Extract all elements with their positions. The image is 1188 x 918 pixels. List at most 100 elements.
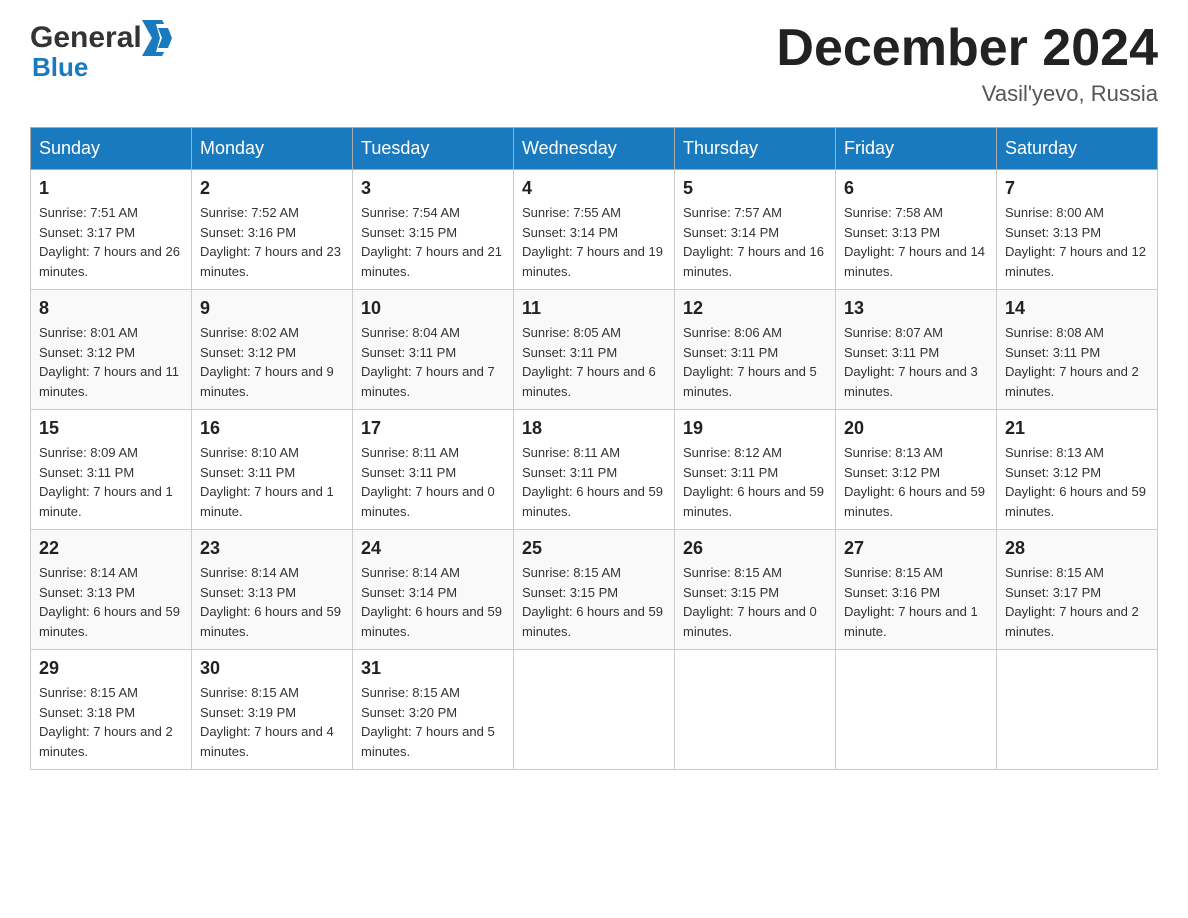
col-sunday: Sunday	[31, 128, 192, 170]
daylight-text: Daylight: 7 hours and 5 minutes.	[361, 722, 505, 761]
daylight-text: Daylight: 7 hours and 5 minutes.	[683, 362, 827, 401]
day-number: 30	[200, 658, 344, 679]
daylight-text: Daylight: 6 hours and 59 minutes.	[361, 602, 505, 641]
day-number: 4	[522, 178, 666, 199]
sunrise-text: Sunrise: 8:06 AM	[683, 323, 827, 343]
daylight-text: Daylight: 7 hours and 1 minute.	[200, 482, 344, 521]
table-row: 31 Sunrise: 8:15 AM Sunset: 3:20 PM Dayl…	[353, 650, 514, 770]
daylight-text: Daylight: 7 hours and 4 minutes.	[200, 722, 344, 761]
day-number: 28	[1005, 538, 1149, 559]
day-number: 24	[361, 538, 505, 559]
logo: General Blue	[30, 20, 172, 83]
day-info: Sunrise: 8:12 AM Sunset: 3:11 PM Dayligh…	[683, 443, 827, 521]
day-number: 21	[1005, 418, 1149, 439]
day-info: Sunrise: 8:14 AM Sunset: 3:13 PM Dayligh…	[200, 563, 344, 641]
daylight-text: Daylight: 7 hours and 11 minutes.	[39, 362, 183, 401]
sunset-text: Sunset: 3:19 PM	[200, 703, 344, 723]
table-row: 20 Sunrise: 8:13 AM Sunset: 3:12 PM Dayl…	[836, 410, 997, 530]
daylight-text: Daylight: 7 hours and 26 minutes.	[39, 242, 183, 281]
day-number: 11	[522, 298, 666, 319]
table-row: 13 Sunrise: 8:07 AM Sunset: 3:11 PM Dayl…	[836, 290, 997, 410]
daylight-text: Daylight: 7 hours and 0 minutes.	[361, 482, 505, 521]
day-info: Sunrise: 7:55 AM Sunset: 3:14 PM Dayligh…	[522, 203, 666, 281]
sunrise-text: Sunrise: 8:12 AM	[683, 443, 827, 463]
day-number: 5	[683, 178, 827, 199]
sunrise-text: Sunrise: 7:55 AM	[522, 203, 666, 223]
sunset-text: Sunset: 3:14 PM	[683, 223, 827, 243]
day-info: Sunrise: 8:15 AM Sunset: 3:17 PM Dayligh…	[1005, 563, 1149, 641]
table-row: 10 Sunrise: 8:04 AM Sunset: 3:11 PM Dayl…	[353, 290, 514, 410]
daylight-text: Daylight: 6 hours and 59 minutes.	[39, 602, 183, 641]
daylight-text: Daylight: 7 hours and 21 minutes.	[361, 242, 505, 281]
daylight-text: Daylight: 6 hours and 59 minutes.	[200, 602, 344, 641]
sunset-text: Sunset: 3:11 PM	[361, 463, 505, 483]
daylight-text: Daylight: 6 hours and 59 minutes.	[683, 482, 827, 521]
table-row: 23 Sunrise: 8:14 AM Sunset: 3:13 PM Dayl…	[192, 530, 353, 650]
logo-arrow-icon	[142, 20, 172, 56]
sunset-text: Sunset: 3:11 PM	[39, 463, 183, 483]
sunset-text: Sunset: 3:11 PM	[683, 463, 827, 483]
day-number: 8	[39, 298, 183, 319]
sunrise-text: Sunrise: 8:13 AM	[1005, 443, 1149, 463]
day-info: Sunrise: 8:01 AM Sunset: 3:12 PM Dayligh…	[39, 323, 183, 401]
table-row: 9 Sunrise: 8:02 AM Sunset: 3:12 PM Dayli…	[192, 290, 353, 410]
col-friday: Friday	[836, 128, 997, 170]
col-thursday: Thursday	[675, 128, 836, 170]
table-row: 22 Sunrise: 8:14 AM Sunset: 3:13 PM Dayl…	[31, 530, 192, 650]
day-number: 14	[1005, 298, 1149, 319]
day-number: 13	[844, 298, 988, 319]
day-info: Sunrise: 8:11 AM Sunset: 3:11 PM Dayligh…	[522, 443, 666, 521]
day-info: Sunrise: 8:15 AM Sunset: 3:15 PM Dayligh…	[522, 563, 666, 641]
daylight-text: Daylight: 7 hours and 3 minutes.	[844, 362, 988, 401]
sunrise-text: Sunrise: 8:14 AM	[39, 563, 183, 583]
sunset-text: Sunset: 3:20 PM	[361, 703, 505, 723]
sunset-text: Sunset: 3:15 PM	[361, 223, 505, 243]
table-row: 27 Sunrise: 8:15 AM Sunset: 3:16 PM Dayl…	[836, 530, 997, 650]
day-info: Sunrise: 8:06 AM Sunset: 3:11 PM Dayligh…	[683, 323, 827, 401]
table-row: 7 Sunrise: 8:00 AM Sunset: 3:13 PM Dayli…	[997, 170, 1158, 290]
day-info: Sunrise: 7:52 AM Sunset: 3:16 PM Dayligh…	[200, 203, 344, 281]
sunrise-text: Sunrise: 8:15 AM	[1005, 563, 1149, 583]
day-info: Sunrise: 7:51 AM Sunset: 3:17 PM Dayligh…	[39, 203, 183, 281]
daylight-text: Daylight: 6 hours and 59 minutes.	[522, 482, 666, 521]
daylight-text: Daylight: 6 hours and 59 minutes.	[522, 602, 666, 641]
table-row	[836, 650, 997, 770]
table-row	[514, 650, 675, 770]
daylight-text: Daylight: 7 hours and 16 minutes.	[683, 242, 827, 281]
table-row: 4 Sunrise: 7:55 AM Sunset: 3:14 PM Dayli…	[514, 170, 675, 290]
sunrise-text: Sunrise: 8:15 AM	[683, 563, 827, 583]
day-number: 15	[39, 418, 183, 439]
sunset-text: Sunset: 3:11 PM	[683, 343, 827, 363]
sunset-text: Sunset: 3:15 PM	[522, 583, 666, 603]
day-info: Sunrise: 7:54 AM Sunset: 3:15 PM Dayligh…	[361, 203, 505, 281]
table-row: 28 Sunrise: 8:15 AM Sunset: 3:17 PM Dayl…	[997, 530, 1158, 650]
table-row: 1 Sunrise: 7:51 AM Sunset: 3:17 PM Dayli…	[31, 170, 192, 290]
title-section: December 2024 Vasil'yevo, Russia	[776, 20, 1158, 107]
daylight-text: Daylight: 7 hours and 23 minutes.	[200, 242, 344, 281]
table-row: 12 Sunrise: 8:06 AM Sunset: 3:11 PM Dayl…	[675, 290, 836, 410]
day-info: Sunrise: 8:13 AM Sunset: 3:12 PM Dayligh…	[844, 443, 988, 521]
day-number: 12	[683, 298, 827, 319]
day-number: 10	[361, 298, 505, 319]
table-row: 30 Sunrise: 8:15 AM Sunset: 3:19 PM Dayl…	[192, 650, 353, 770]
sunset-text: Sunset: 3:16 PM	[200, 223, 344, 243]
daylight-text: Daylight: 7 hours and 1 minute.	[844, 602, 988, 641]
table-row: 6 Sunrise: 7:58 AM Sunset: 3:13 PM Dayli…	[836, 170, 997, 290]
sunrise-text: Sunrise: 8:08 AM	[1005, 323, 1149, 343]
daylight-text: Daylight: 7 hours and 2 minutes.	[1005, 602, 1149, 641]
day-info: Sunrise: 8:05 AM Sunset: 3:11 PM Dayligh…	[522, 323, 666, 401]
sunset-text: Sunset: 3:16 PM	[844, 583, 988, 603]
table-row: 3 Sunrise: 7:54 AM Sunset: 3:15 PM Dayli…	[353, 170, 514, 290]
sunrise-text: Sunrise: 8:01 AM	[39, 323, 183, 343]
table-row: 19 Sunrise: 8:12 AM Sunset: 3:11 PM Dayl…	[675, 410, 836, 530]
sunset-text: Sunset: 3:13 PM	[39, 583, 183, 603]
day-info: Sunrise: 8:15 AM Sunset: 3:15 PM Dayligh…	[683, 563, 827, 641]
day-info: Sunrise: 8:02 AM Sunset: 3:12 PM Dayligh…	[200, 323, 344, 401]
sunrise-text: Sunrise: 8:02 AM	[200, 323, 344, 343]
table-row: 18 Sunrise: 8:11 AM Sunset: 3:11 PM Dayl…	[514, 410, 675, 530]
daylight-text: Daylight: 7 hours and 2 minutes.	[1005, 362, 1149, 401]
daylight-text: Daylight: 7 hours and 6 minutes.	[522, 362, 666, 401]
sunrise-text: Sunrise: 8:04 AM	[361, 323, 505, 343]
daylight-text: Daylight: 7 hours and 0 minutes.	[683, 602, 827, 641]
table-row: 24 Sunrise: 8:14 AM Sunset: 3:14 PM Dayl…	[353, 530, 514, 650]
